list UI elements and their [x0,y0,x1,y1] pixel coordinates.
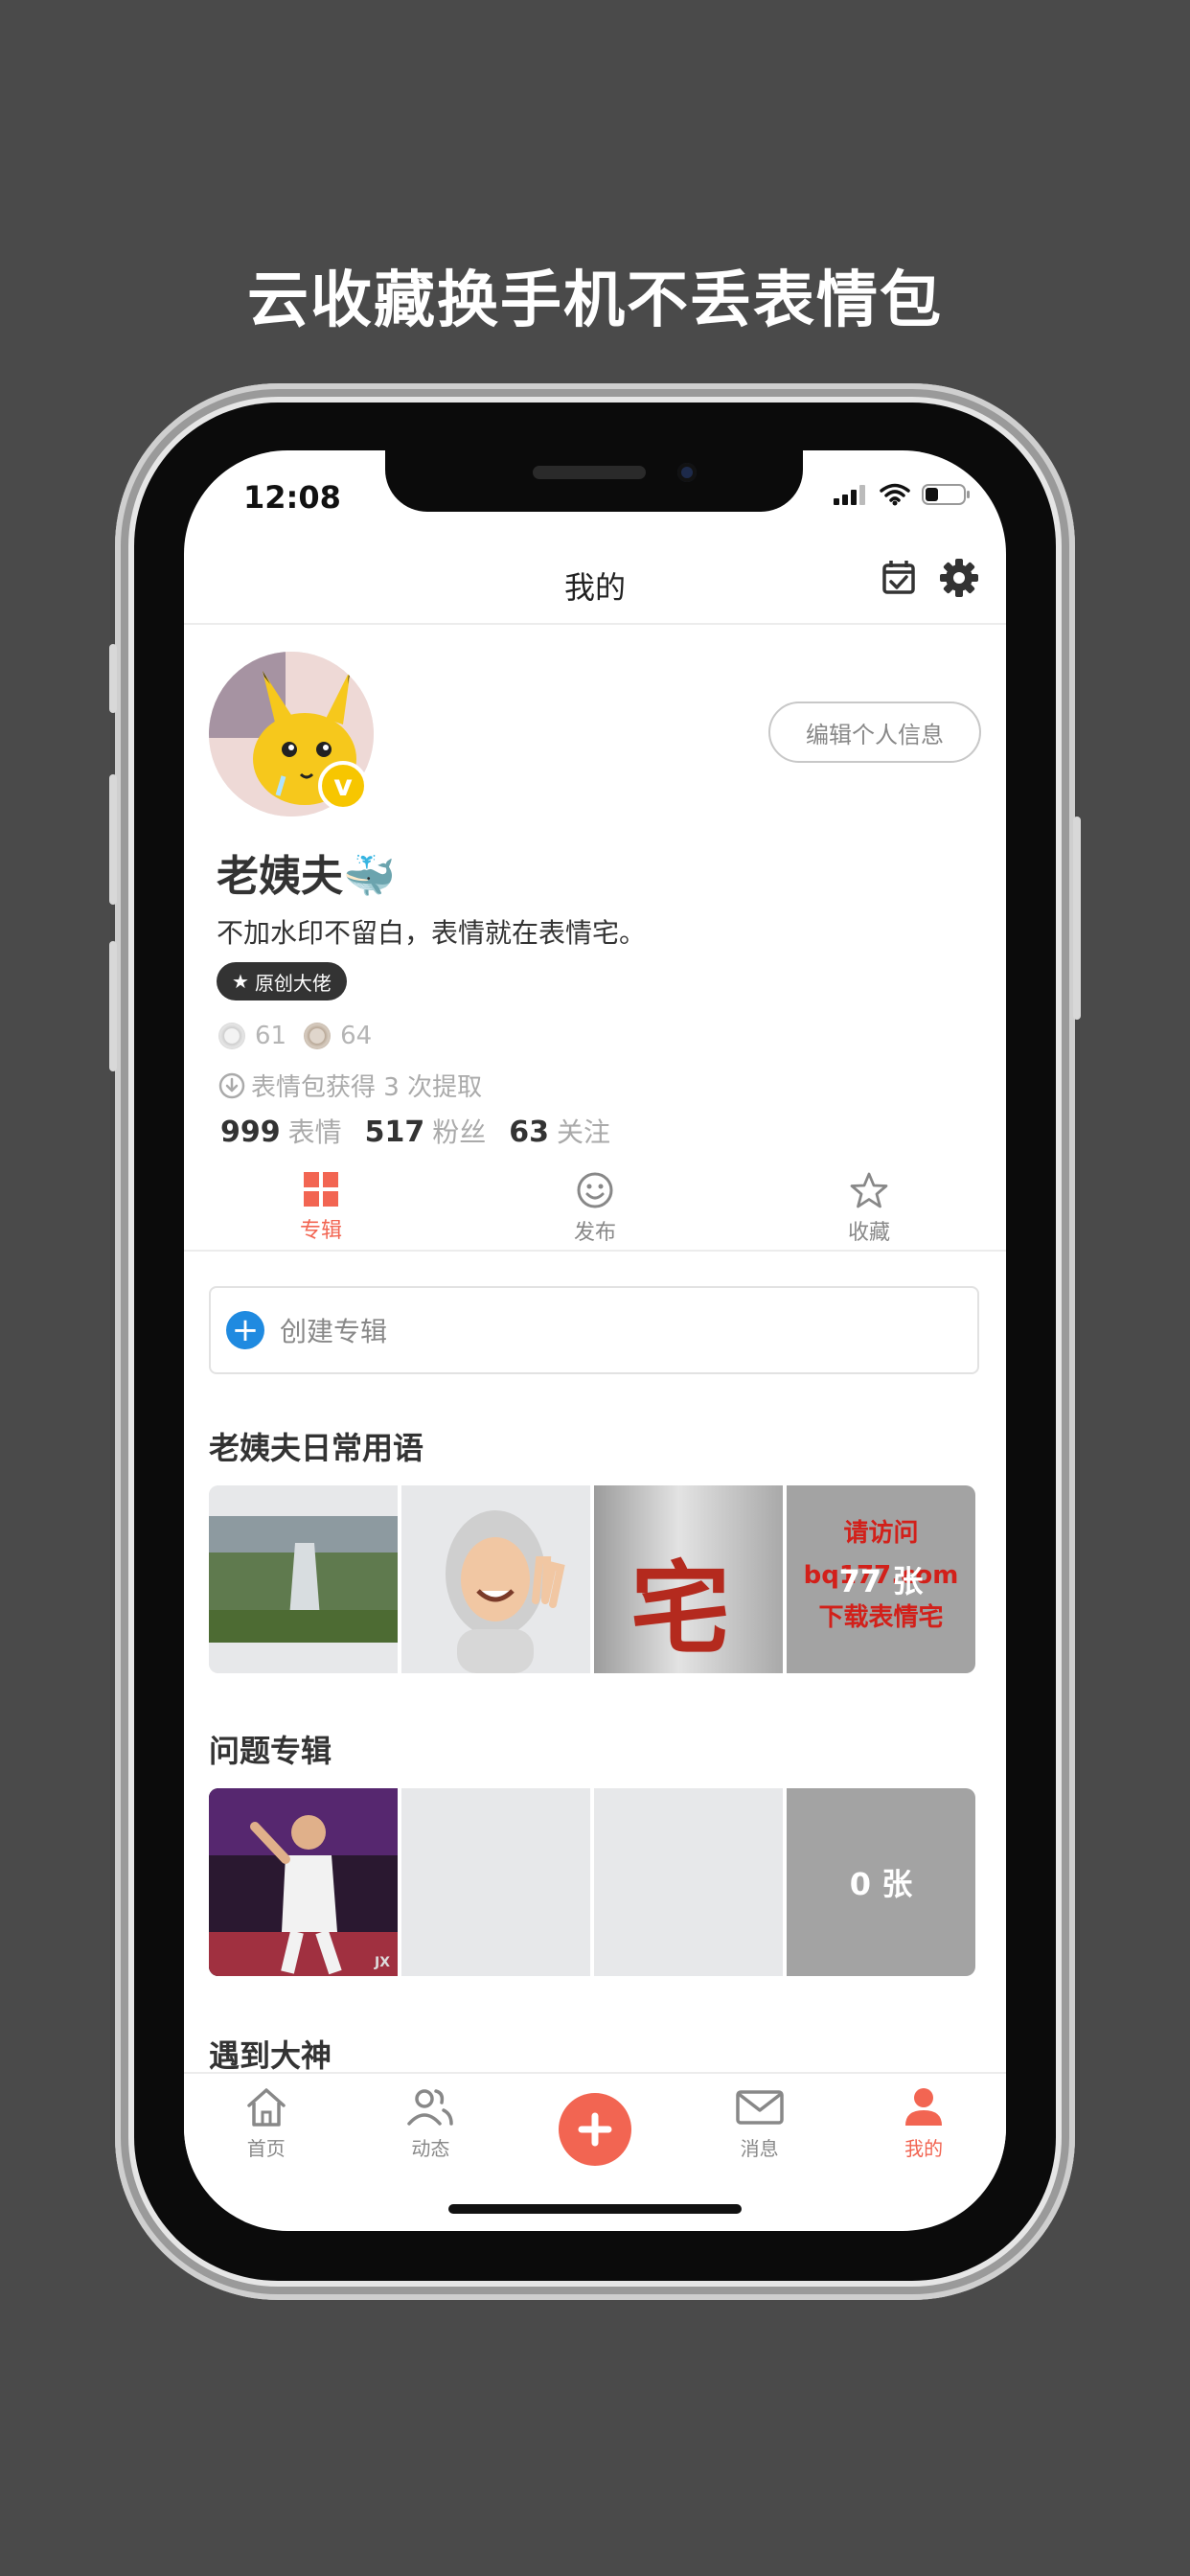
status-time: 12:08 [243,479,341,516]
coin1-count: 61 [255,1022,287,1050]
verified-badge: v [318,761,368,811]
status-icons [834,483,972,506]
home-indicator [448,2204,742,2214]
original-creator-tag: ★ 原创大佬 [217,962,347,1000]
album-thumb-singer: JX [209,1788,398,1976]
album-thumb-count: 0 张 [787,1788,975,1976]
tabs-divider [184,1250,1006,1252]
mail-icon [735,2090,784,2125]
star-icon: ★ [232,970,249,993]
create-album-label: 创建专辑 [280,1316,388,1347]
stat-fans[interactable]: 517 粉丝 [365,1112,487,1150]
power-button [1073,816,1081,1020]
album-title[interactable]: 老姨夫日常用语 [209,1424,423,1468]
promo-headline: 云收藏换手机不丢表情包 [247,265,943,336]
album-count: 77 张 [838,1563,924,1599]
album-title[interactable]: 问题专辑 [209,1727,332,1771]
tabbar-create[interactable] [513,2074,677,2179]
tab-albums[interactable]: 专辑 [184,1171,458,1246]
thumb-watermark: JX [374,1955,390,1970]
app-screen: 12:08 我的 v 编辑个人信息 老姨夫🐳 不加水印不留白，表情就在表情宅。 … [184,450,1006,2231]
bottom-tab-bar: 首页 动态 消息 我的 [184,2072,1006,2179]
volume-down-button [109,941,117,1071]
front-camera [677,463,697,482]
album-thumb-count: 请访问 bq177.com 下载表情宅 77 张 [787,1485,975,1673]
smiley-icon [577,1172,613,1208]
tabbar-home[interactable]: 首页 [184,2074,349,2179]
create-album-button[interactable]: + 创建专辑 [209,1286,979,1374]
thumb-sign-text: 宅 [630,1551,731,1668]
user-icon [905,2088,943,2126]
silver-coin-icon [218,1023,245,1049]
album-thumb-empty [594,1788,783,1976]
signal-icon [834,485,865,505]
tabbar-messages[interactable]: 消息 [677,2074,842,2179]
username: 老姨夫🐳 [217,852,396,901]
gear-icon[interactable] [939,558,979,598]
speaker [533,466,646,479]
download-circle-icon [218,1072,245,1098]
tabbar-me[interactable]: 我的 [841,2074,1006,2179]
bio: 不加水印不留白，表情就在表情宅。 [217,917,647,949]
calendar-check-icon[interactable] [880,558,918,596]
extract-info: 表情包获得 3 次提取 [218,1068,482,1103]
profile-stats: 999 表情 517 粉丝 63 关注 [220,1112,610,1150]
album-thumb-empty [401,1788,590,1976]
header-divider [184,623,1006,625]
profile-tabs: 专辑 发布 收藏 [184,1171,1006,1246]
album-thumb-memoji [401,1485,590,1673]
album-thumb-metal-sign: 宅 [594,1485,783,1673]
battery-icon [922,484,970,505]
plus-circle-icon: + [226,1311,264,1349]
bronze-coin-icon [304,1023,332,1049]
album-preview-row[interactable]: 宅 请访问 bq177.com 下载表情宅 77 张 [209,1485,975,1673]
tab-posts[interactable]: 发布 [458,1171,732,1246]
coin2-count: 64 [340,1022,373,1050]
star-outline-icon [850,1172,888,1208]
mute-switch [109,644,117,713]
plus-icon [578,2112,612,2147]
tabbar-feed[interactable]: 动态 [349,2074,514,2179]
tag-label: 原创大佬 [254,971,332,995]
edit-profile-button[interactable]: 编辑个人信息 [768,702,981,763]
notch [385,450,803,512]
grid-icon [304,1172,338,1207]
volume-up-button [109,774,117,905]
coins-row: 61 64 [218,1022,372,1050]
users-icon [407,2089,454,2126]
stat-following[interactable]: 63 关注 [509,1112,610,1150]
album-title[interactable]: 遇到大神 [209,2032,332,2076]
tab-favorites[interactable]: 收藏 [732,1171,1006,1246]
album-preview-row[interactable]: JX 0 张 [209,1788,975,1976]
nav-actions [880,558,979,598]
stat-stickers[interactable]: 999 表情 [220,1112,342,1150]
add-post-button[interactable] [558,2093,631,2166]
album-thumb-waterfall [209,1485,398,1673]
wifi-icon [880,483,910,506]
home-icon [247,2088,286,2127]
extract-text: 表情包获得 3 次提取 [251,1073,483,1102]
album-count: 0 张 [849,1866,913,1902]
